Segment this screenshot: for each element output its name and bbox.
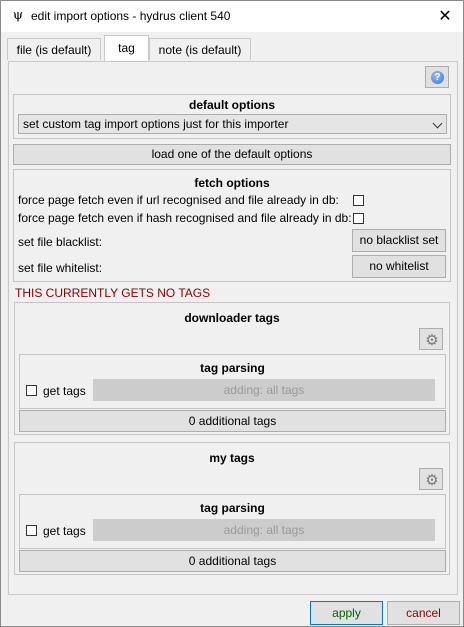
downloader-tag-parsing-group: tag parsing get tags adding: all tags — [19, 354, 446, 409]
default-options-title: default options — [189, 98, 275, 112]
chevron-down-icon — [432, 118, 443, 129]
downloader-get-tags-label: get tags — [43, 384, 86, 398]
default-options-selected: set custom tag import options just for t… — [23, 117, 289, 131]
my-get-tags-label: get tags — [43, 524, 86, 538]
force-hash-checkbox[interactable] — [353, 213, 364, 224]
tab-tag[interactable]: tag — [104, 35, 149, 62]
close-icon[interactable]: ✕ — [435, 6, 455, 26]
downloader-tags-settings-button[interactable]: ⚙ — [419, 328, 443, 350]
tab-bar: file (is default) tag note (is default) — [1, 32, 463, 62]
help-button[interactable]: ? — [425, 66, 449, 88]
force-url-label: force page fetch even if url recognised … — [18, 193, 339, 207]
help-icon: ? — [431, 71, 444, 84]
downloader-tags-filter-field[interactable]: adding: all tags — [93, 379, 435, 401]
no-tags-warning: THIS CURRENTLY GETS NO TAGS — [15, 286, 211, 300]
fetch-options-group: fetch options force page fetch even if u… — [13, 169, 451, 282]
tab-note[interactable]: note (is default) — [149, 38, 251, 60]
downloader-tag-parsing-title: tag parsing — [200, 361, 265, 375]
downloader-tags-group: downloader tags ⚙ tag parsing get tags a… — [14, 302, 450, 435]
default-options-dropdown[interactable]: set custom tag import options just for t… — [18, 114, 447, 134]
whitelist-label: set file whitelist: — [18, 261, 103, 275]
apply-button[interactable]: apply — [310, 601, 383, 625]
default-options-group: default options set custom tag import op… — [13, 94, 451, 139]
my-tags-group: my tags ⚙ tag parsing get tags adding: a… — [14, 442, 450, 575]
force-hash-label: force page fetch even if hash recognised… — [18, 211, 352, 225]
blacklist-label: set file blacklist: — [18, 235, 103, 249]
fetch-options-title: fetch options — [194, 176, 270, 190]
whitelist-button[interactable]: no whitelist — [352, 255, 446, 278]
cancel-button[interactable]: cancel — [387, 601, 460, 625]
title-bar: ψ edit import options - hydrus client 54… — [1, 1, 463, 32]
force-url-checkbox[interactable] — [353, 195, 364, 206]
gear-icon: ⚙ — [425, 471, 439, 489]
tag-import-options-panel: ? default options set custom tag import … — [8, 61, 458, 595]
load-default-options-button[interactable]: load one of the default options — [13, 144, 451, 165]
downloader-get-tags-checkbox[interactable] — [26, 385, 37, 396]
dialog-window: ψ edit import options - hydrus client 54… — [0, 0, 464, 627]
my-get-tags-checkbox[interactable] — [26, 525, 37, 536]
my-tags-settings-button[interactable]: ⚙ — [419, 468, 443, 490]
my-additional-tags-button[interactable]: 0 additional tags — [19, 550, 446, 572]
downloader-tags-title: downloader tags — [184, 311, 280, 325]
hydrus-icon: ψ — [12, 8, 24, 23]
my-tag-parsing-title: tag parsing — [200, 501, 265, 515]
downloader-additional-tags-button[interactable]: 0 additional tags — [19, 410, 446, 432]
blacklist-button[interactable]: no blacklist set — [352, 229, 446, 252]
tab-file[interactable]: file (is default) — [7, 38, 101, 60]
my-tag-parsing-group: tag parsing get tags adding: all tags — [19, 494, 446, 549]
my-tags-filter-field[interactable]: adding: all tags — [93, 519, 435, 541]
window-title: edit import options - hydrus client 540 — [31, 9, 231, 23]
my-tags-title: my tags — [209, 451, 255, 465]
gear-icon: ⚙ — [425, 331, 439, 349]
